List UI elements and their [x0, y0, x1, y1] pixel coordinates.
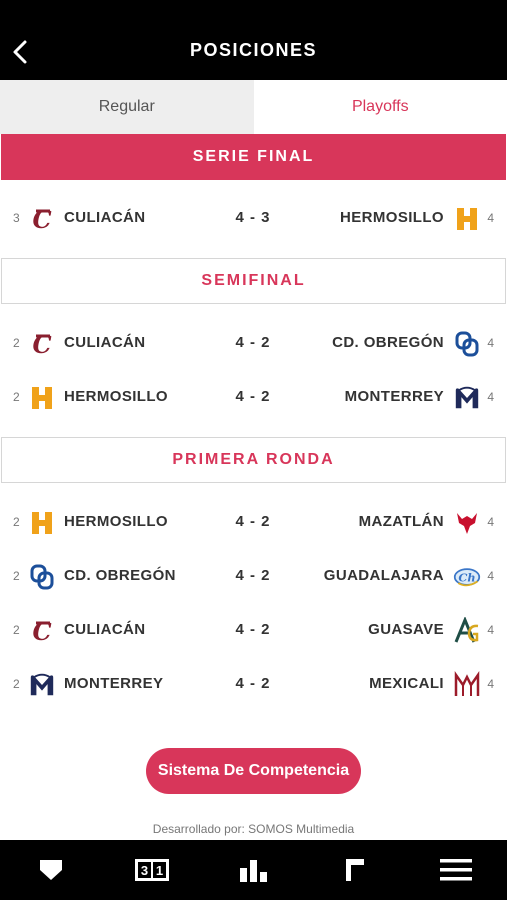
left-team-name: CULIACÁN: [64, 209, 146, 226]
series-score: 4 - 2: [235, 567, 271, 584]
sistema-de-competencia-button[interactable]: Sistema De Competencia: [146, 748, 361, 794]
svg-text:1: 1: [156, 863, 163, 878]
right-wins: 4: [487, 623, 494, 637]
bar-chart-icon: [239, 860, 267, 882]
right-team-name: MEXICALI: [369, 675, 444, 692]
series-score: 4 - 2: [235, 513, 271, 530]
left-wins: 2: [13, 390, 20, 404]
developer-credit: Desarrollado por: SOMOS Multimedia: [152, 822, 355, 836]
series-row[interactable]: 2 C CULIACÁN 4 - 2 CD. OBREGÓN 4: [0, 322, 507, 366]
section-header-final: SERIE FINAL: [1, 134, 506, 180]
left-team-name: HERMOSILLO: [64, 513, 168, 530]
right-wins: 4: [487, 211, 494, 225]
right-wins: 4: [487, 515, 494, 529]
bottom-nav: 31: [0, 840, 507, 900]
left-wins: 2: [13, 336, 20, 350]
series-row[interactable]: 2 HERMOSILLO 4 - 2 MONTERREY 4: [0, 376, 507, 420]
left-team-name: CD. OBREGÓN: [64, 567, 176, 584]
right-wins: 4: [487, 569, 494, 583]
page-title: POSICIONES: [189, 40, 318, 60]
nav-scores[interactable]: 31: [101, 840, 202, 900]
section-header-primera-ronda: PRIMERA RONDA: [1, 437, 506, 483]
standings-flag-icon: [345, 859, 364, 881]
series-row[interactable]: 2 HERMOSILLO 4 - 2 MAZATLÁN 4: [0, 501, 507, 545]
tab-regular[interactable]: Regular: [0, 80, 254, 134]
series-row[interactable]: 2 C CULIACÁN 4 - 2 GUASAVE 4: [0, 609, 507, 653]
culiacan-logo: C: [28, 330, 56, 358]
series-row[interactable]: 2 MONTERREY 4 - 2 MEXICALI 4: [0, 663, 507, 707]
series-score: 4 - 2: [235, 621, 271, 638]
tab-playoffs[interactable]: Playoffs: [253, 80, 507, 134]
hamburger-menu-icon: [440, 859, 473, 881]
left-team-name: CULIACÁN: [64, 334, 146, 351]
right-team-name: HERMOSILLO: [340, 209, 444, 226]
series-row[interactable]: 2 CD. OBREGÓN 4 - 2 GUADALAJARA Ch 4: [0, 555, 507, 599]
hermosillo-logo: [28, 509, 56, 537]
hermosillo-logo: [453, 205, 481, 233]
hermosillo-logo: [28, 384, 56, 412]
svg-text:Ch: Ch: [458, 570, 475, 584]
left-wins: 2: [13, 515, 20, 529]
right-team-name: MAZATLÁN: [358, 513, 444, 530]
right-wins: 4: [487, 390, 494, 404]
svg-text:C: C: [32, 205, 51, 233]
left-wins: 2: [13, 569, 20, 583]
left-wins: 2: [13, 623, 20, 637]
nav-stats[interactable]: [203, 840, 304, 900]
obregon-logo: [453, 330, 481, 358]
obregon-logo: [28, 563, 56, 591]
svg-text:C: C: [32, 617, 51, 645]
nav-home[interactable]: [0, 840, 101, 900]
monterrey-logo: [453, 384, 481, 412]
svg-text:C: C: [32, 330, 51, 358]
guadalajara-logo: Ch: [453, 563, 481, 591]
culiacan-logo: C: [28, 205, 56, 233]
series-score: 4 - 2: [235, 675, 271, 692]
left-team-name: MONTERREY: [64, 675, 164, 692]
monterrey-logo: [28, 671, 56, 699]
series-score: 4 - 2: [235, 388, 271, 405]
series-score: 4 - 3: [235, 209, 271, 226]
tab-bar: Regular Playoffs: [0, 80, 507, 134]
guasave-logo: [453, 617, 481, 645]
app-header: POSICIONES: [0, 0, 507, 80]
svg-text:3: 3: [141, 863, 148, 878]
series-score: 4 - 2: [235, 334, 271, 351]
left-team-name: HERMOSILLO: [64, 388, 168, 405]
culiacan-logo: C: [28, 617, 56, 645]
mexicali-logo: [453, 671, 481, 699]
left-team-name: CULIACÁN: [64, 621, 146, 638]
scoreboard-icon: 31: [135, 859, 170, 881]
series-row[interactable]: 3 C CULIACÁN 4 - 3 HERMOSILLO 4: [0, 197, 507, 241]
right-team-name: CD. OBREGÓN: [332, 334, 444, 351]
right-team-name: GUASAVE: [368, 621, 444, 638]
right-team-name: GUADALAJARA: [323, 567, 444, 584]
right-wins: 4: [487, 677, 494, 691]
nav-menu[interactable]: [406, 840, 507, 900]
right-team-name: MONTERREY: [344, 388, 444, 405]
left-wins: 2: [13, 677, 20, 691]
right-wins: 4: [487, 336, 494, 350]
mazatlan-logo: [453, 509, 481, 537]
left-wins: 3: [13, 211, 20, 225]
nav-standings[interactable]: [304, 840, 405, 900]
home-plate-icon: [39, 860, 62, 880]
section-header-semifinal: SEMIFINAL: [1, 258, 506, 304]
